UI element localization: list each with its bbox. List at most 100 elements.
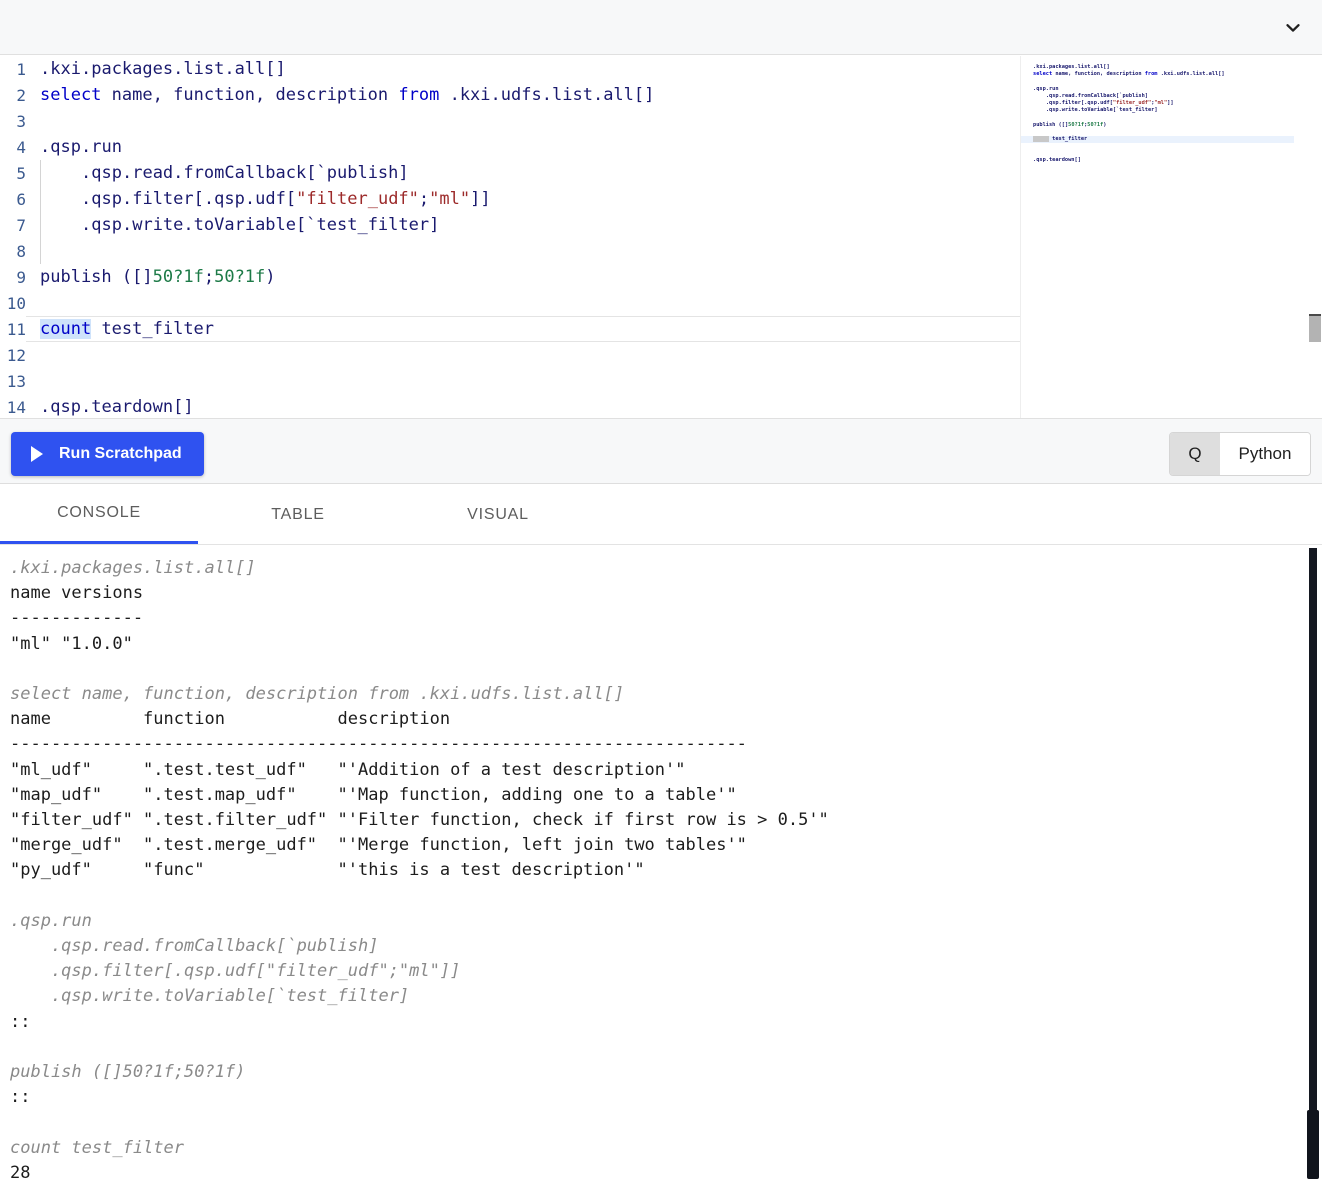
code-line[interactable]: 10 bbox=[0, 290, 1020, 316]
line-number: 3 bbox=[16, 111, 26, 131]
run-scratchpad-button[interactable]: Run Scratchpad bbox=[11, 432, 204, 476]
minimap-line bbox=[1033, 78, 1305, 85]
line-number: 8 bbox=[16, 241, 26, 261]
minimap-line: .qsp.filter[.qsp.udf["filter_udf";"ml"]] bbox=[1045, 99, 1174, 106]
line-number: 10 bbox=[6, 293, 26, 313]
code-editor-lines[interactable]: 1 .kxi.packages.list.all[] 2 select name, f… bbox=[0, 56, 1020, 418]
code-line[interactable]: 9 publish ([]50?1f;50?1f) bbox=[0, 264, 1020, 290]
code-line[interactable]: 5 .qsp.read.fromCallback[`publish] bbox=[0, 160, 1020, 186]
code-editor[interactable]: 1 .kxi.packages.list.all[] 2 select name, f… bbox=[0, 56, 1322, 418]
console-output-line: "ml_udf" ".test.test_udf" "'Addition of … bbox=[10, 759, 686, 780]
line-number: 4 bbox=[16, 137, 26, 157]
minimap-line bbox=[1033, 129, 1305, 136]
console-output-line: "ml" "1.0.0" bbox=[10, 633, 133, 654]
console-output-line: ------------- bbox=[10, 608, 144, 629]
minimap-line bbox=[1033, 143, 1305, 150]
code-text: count test_filter bbox=[40, 319, 215, 339]
console-output-line: name versions bbox=[10, 583, 144, 604]
code-line-content[interactable]: publish ([]50?1f;50?1f) bbox=[26, 264, 1020, 290]
code-line[interactable]: 3 bbox=[0, 108, 1020, 134]
code-line[interactable]: 13 bbox=[0, 368, 1020, 394]
tab-console[interactable]: CONSOLE bbox=[0, 485, 198, 544]
play-icon bbox=[29, 445, 45, 463]
code-line-content[interactable] bbox=[26, 290, 1020, 316]
editor-scrollbar-thumb[interactable] bbox=[1309, 314, 1321, 342]
code-line[interactable]: 11 count test_filter bbox=[0, 316, 1020, 342]
code-line-content[interactable] bbox=[26, 108, 1020, 134]
code-text: select name, function, description from … bbox=[40, 85, 655, 105]
code-line[interactable]: 6 .qsp.filter[.qsp.udf["filter_udf";"ml"… bbox=[0, 186, 1020, 212]
console-echo-line: select name, function, description from … bbox=[10, 684, 625, 705]
console-echo-line: publish ([]50?1f;50?1f) bbox=[10, 1062, 246, 1083]
console-output-line: "map_udf" ".test.map_udf" "'Map function… bbox=[10, 784, 737, 805]
minimap-line bbox=[1033, 114, 1305, 121]
panel-header-bar bbox=[0, 0, 1322, 55]
console-output-line: "py_udf" "func" "'this is a test descrip… bbox=[10, 860, 645, 881]
line-number: 2 bbox=[16, 85, 26, 105]
code-line[interactable]: 7 .qsp.write.toVariable[`test_filter] bbox=[0, 212, 1020, 238]
console-echo-line: count test_filter bbox=[10, 1137, 184, 1158]
code-line-content[interactable]: .qsp.teardown[] bbox=[26, 394, 1020, 418]
minimap-line: publish ([]50?1f;50?1f) bbox=[1033, 121, 1107, 128]
code-line[interactable]: 8 bbox=[0, 238, 1020, 264]
language-option-q[interactable]: Q bbox=[1170, 433, 1220, 475]
line-number: 6 bbox=[16, 189, 26, 209]
editor-scrollbar[interactable] bbox=[1308, 56, 1322, 418]
line-number: 13 bbox=[6, 371, 26, 391]
minimap-line: .qsp.teardown[] bbox=[1033, 157, 1081, 164]
code-line[interactable]: 4 .qsp.run bbox=[0, 134, 1020, 160]
console-output-line: :: bbox=[10, 1011, 31, 1032]
console-echo-line: .qsp.run bbox=[10, 910, 92, 931]
line-number: 9 bbox=[16, 267, 26, 287]
code-line-content[interactable]: count test_filter bbox=[26, 316, 1020, 342]
line-number: 7 bbox=[16, 215, 26, 235]
code-line-content[interactable]: .qsp.run bbox=[26, 134, 1020, 160]
chevron-down-icon bbox=[1283, 18, 1303, 38]
minimap-line bbox=[1033, 150, 1305, 157]
code-line-content[interactable]: .kxi.packages.list.all[] bbox=[26, 56, 1020, 82]
console-scrollbar[interactable] bbox=[1309, 548, 1317, 1179]
console-output-line: "merge_udf" ".test.merge_udf" "'Merge fu… bbox=[10, 835, 747, 856]
code-line-content[interactable] bbox=[26, 368, 1020, 394]
code-line-content[interactable]: .qsp.read.fromCallback[`publish] bbox=[26, 160, 1020, 186]
line-number: 11 bbox=[6, 319, 26, 339]
code-line[interactable]: 12 bbox=[0, 342, 1020, 368]
minimap-line: .qsp.write.toVariable[`test_filter] bbox=[1045, 107, 1158, 114]
line-number: 12 bbox=[6, 345, 26, 365]
code-line-content[interactable]: .qsp.filter[.qsp.udf["filter_udf";"ml"]] bbox=[26, 186, 1020, 212]
code-text: .qsp.teardown[] bbox=[40, 397, 194, 417]
run-scratchpad-label: Run Scratchpad bbox=[59, 445, 182, 462]
code-line[interactable]: 14 .qsp.teardown[] bbox=[0, 394, 1020, 418]
code-text: .qsp.run bbox=[40, 137, 122, 157]
code-text: .qsp.write.toVariable[`test_filter] bbox=[81, 215, 440, 235]
line-number: 14 bbox=[6, 397, 26, 417]
line-number: 5 bbox=[16, 163, 26, 183]
console-echo-line: .kxi.packages.list.all[] bbox=[10, 558, 256, 578]
minimap-line: .qsp.read.fromCallback[`publish] bbox=[1045, 92, 1148, 99]
scratchpad-app: 1 .kxi.packages.list.all[] 2 select name, f… bbox=[0, 0, 1322, 1179]
run-toolbar: Run Scratchpad Q Python bbox=[0, 418, 1322, 484]
editor-minimap[interactable]: .kxi.packages.list.all[] select name, fun… bbox=[1020, 56, 1305, 418]
minimap-line: .qsp.run bbox=[1033, 85, 1059, 92]
code-line[interactable]: 2 select name, function, description from… bbox=[0, 82, 1020, 108]
console-output[interactable]: .kxi.packages.list.all[] name versions ---… bbox=[0, 546, 1322, 1179]
tab-table[interactable]: TABLE bbox=[198, 485, 398, 544]
code-line-content[interactable]: select name, function, description from … bbox=[26, 82, 1020, 108]
code-line-content[interactable] bbox=[26, 342, 1020, 368]
console-output-line: ----------------------------------------… bbox=[10, 734, 747, 755]
console-echo-line: .qsp.read.fromCallback[`publish] bbox=[10, 936, 379, 957]
code-text: .qsp.filter[.qsp.udf["filter_udf";"ml"]] bbox=[81, 189, 491, 209]
language-toggle[interactable]: Q Python bbox=[1169, 432, 1311, 476]
console-output-line: :: bbox=[10, 1087, 31, 1108]
console-scrollbar-thumb[interactable] bbox=[1307, 1110, 1319, 1179]
line-number: 1 bbox=[16, 59, 26, 79]
code-line-content[interactable]: .qsp.write.toVariable[`test_filter] bbox=[26, 212, 1020, 238]
code-line-content[interactable] bbox=[26, 238, 1020, 264]
code-line[interactable]: 1 .kxi.packages.list.all[] bbox=[0, 56, 1020, 82]
tab-visual[interactable]: VISUAL bbox=[398, 485, 598, 544]
collapse-panel-button[interactable] bbox=[1278, 14, 1308, 42]
language-option-python[interactable]: Python bbox=[1220, 433, 1310, 475]
